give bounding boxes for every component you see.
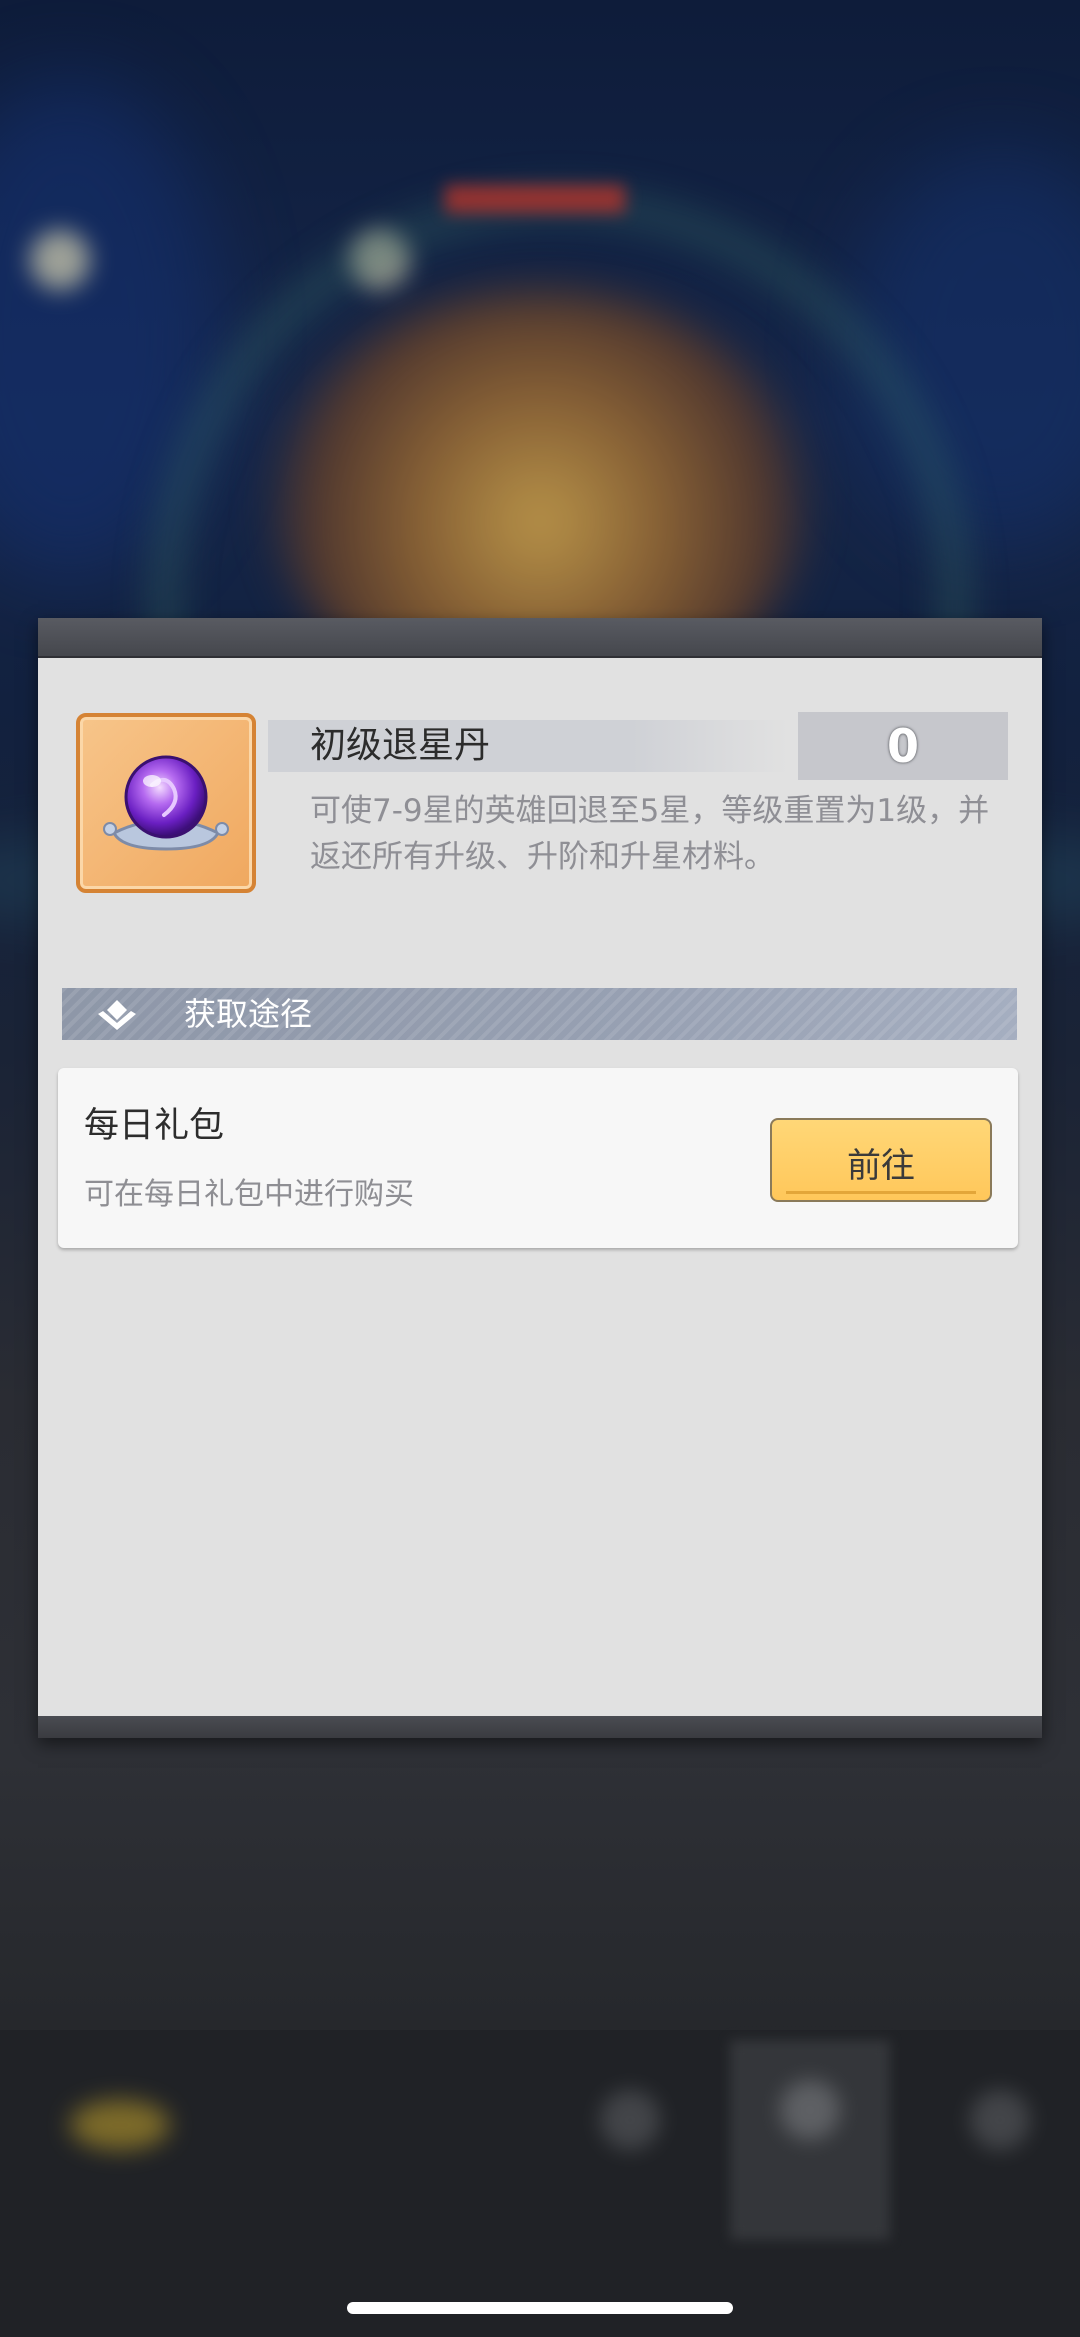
crystal-orb-icon [103,755,229,851]
item-count-badge: 0 [798,712,1008,780]
dialog-top-bar [38,618,1042,658]
source-title: 每日礼包 [84,1106,225,1146]
go-button-label: 前往 [847,1146,915,1186]
dialog-bottom-bar [38,1716,1042,1738]
item-info-dialog: 初级退星丹 0 可使7-9星的英雄回退至5星，等级重置为1级，并返还所有升级、升… [38,618,1042,1738]
go-button[interactable]: 前往 [770,1118,992,1202]
acquire-section-header: 获取途径 [62,988,1017,1040]
diamond-chevron-icon [98,1000,136,1030]
item-description: 可使7-9星的英雄回退至5星，等级重置为1级，并返还所有升级、升阶和升星材料。 [310,793,990,875]
home-indicator[interactable] [347,2302,733,2314]
go-button-underline [786,1191,976,1194]
source-description: 可在每日礼包中进行购买 [84,1177,414,1212]
source-card: 每日礼包 可在每日礼包中进行购买 前往 [58,1068,1018,1248]
section-title: 获取途径 [184,995,313,1033]
item-name: 初级退星丹 [310,725,491,766]
item-icon-frame [76,713,256,893]
